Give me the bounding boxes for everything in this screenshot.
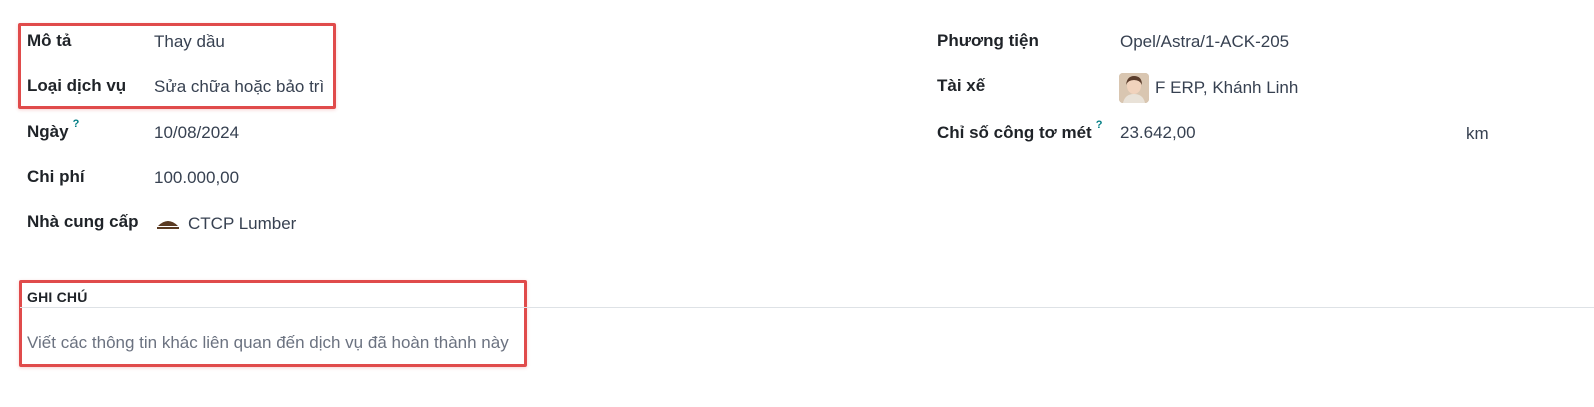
date-label-row: Ngày? <box>27 118 79 142</box>
notes-divider <box>20 307 1594 308</box>
vendor-field[interactable]: CTCP Lumber <box>188 214 296 234</box>
vehicle-field[interactable]: Opel/Astra/1-ACK-205 <box>1120 32 1289 52</box>
odometer-label: Chỉ số công tơ mét <box>937 123 1092 142</box>
date-help-icon[interactable]: ? <box>73 118 80 130</box>
service-form: Mô tả Thay dầu Loại dịch vụ Sửa chữa hoặ… <box>0 0 1594 407</box>
odometer-unit: km <box>1466 124 1489 143</box>
driver-label: Tài xế <box>937 76 986 95</box>
notes-section-title: GHI CHÚ <box>27 289 88 305</box>
cost-label: Chi phí <box>27 167 85 186</box>
service-type-field[interactable]: Sửa chữa hoặc bảo trì <box>154 77 324 97</box>
description-field[interactable]: Thay dầu <box>154 32 225 52</box>
cost-field[interactable]: 100.000,00 <box>154 168 239 188</box>
odometer-field[interactable]: 23.642,00 <box>1120 123 1196 143</box>
odometer-help-icon[interactable]: ? <box>1096 119 1103 131</box>
vendor-label: Nhà cung cấp <box>27 212 139 231</box>
date-label: Ngày <box>27 122 69 141</box>
driver-field[interactable]: F ERP, Khánh Linh <box>1155 78 1298 98</box>
driver-avatar <box>1119 73 1149 103</box>
vehicle-label: Phương tiện <box>937 31 1039 50</box>
service-type-label: Loại dịch vụ <box>27 76 127 95</box>
date-field[interactable]: 10/08/2024 <box>154 123 239 143</box>
odometer-label-row: Chỉ số công tơ mét? <box>937 119 1102 143</box>
description-label: Mô tả <box>27 31 72 50</box>
highlight-notes <box>19 280 527 367</box>
notes-textarea[interactable]: Viết các thông tin khác liên quan đến dị… <box>27 333 509 353</box>
vendor-logo-icon <box>157 221 179 229</box>
